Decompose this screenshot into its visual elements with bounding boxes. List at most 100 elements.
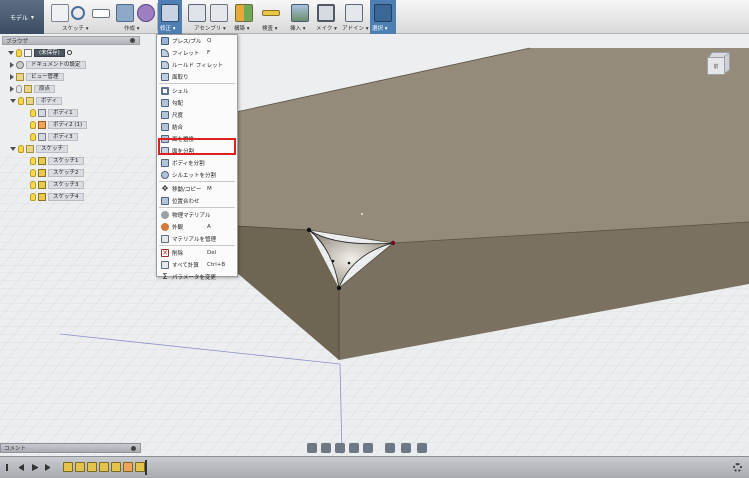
view-cube-front[interactable]: 前 (707, 57, 725, 75)
toolbar-make[interactable]: メイク ▾ (314, 0, 338, 34)
toolbar-addins[interactable]: アドイン ▾ (340, 0, 369, 34)
go-to-start-icon[interactable] (6, 464, 13, 471)
timeline-feature-sketch[interactable] (99, 462, 109, 472)
look-at-icon[interactable] (321, 443, 331, 453)
menu-item-scale[interactable]: 尺度 (157, 109, 237, 120)
grid-settings-icon[interactable] (401, 443, 411, 453)
pin-icon[interactable] (130, 38, 135, 43)
browser-item-body1[interactable]: ボディ1 (30, 107, 78, 118)
menu-item-manage-materials[interactable]: マテリアルを管理 (157, 233, 237, 244)
browser-item-sketch4[interactable]: スケッチ4 (30, 191, 84, 202)
toolbar-create[interactable]: 作成 ▾ (92, 0, 156, 34)
visibility-bulb-icon[interactable] (16, 48, 22, 57)
comment-bar[interactable]: コメント (0, 443, 141, 453)
browser-item-named-views[interactable]: ビュー管理 (10, 71, 64, 82)
view-cube[interactable]: 前 (703, 51, 731, 81)
step-forward-icon[interactable] (45, 464, 50, 471)
visibility-bulb-icon[interactable] (30, 168, 36, 177)
visibility-bulb-icon[interactable] (30, 180, 36, 189)
visibility-bulb-icon[interactable] (30, 192, 36, 201)
menu-item-shell[interactable]: シェル (157, 85, 237, 96)
zoom-icon[interactable] (349, 443, 359, 453)
menu-item-move-copy[interactable]: ✥ 移動/コピー M (157, 183, 237, 194)
menu-item-compute-all[interactable]: すべて計算 Ctrl+B (157, 259, 237, 270)
display-settings-icon[interactable] (385, 443, 395, 453)
chevron-down-icon: ▾ (31, 13, 35, 21)
pan-hand-icon[interactable] (335, 443, 345, 453)
menu-item-delete[interactable]: ✕ 削除 Del (157, 247, 237, 258)
press-pull-icon (161, 4, 179, 22)
fit-icon[interactable] (363, 443, 373, 453)
folder-icon (26, 144, 34, 153)
menu-item-align[interactable]: 位置合わせ (157, 195, 237, 206)
toolbar-assemble[interactable]: アセンブリ ▾ (184, 0, 234, 34)
draft-icon (161, 98, 169, 107)
menu-item-split-body[interactable]: ボディを分割 (157, 157, 237, 168)
timeline-feature-sketch[interactable] (111, 462, 121, 472)
expand-icon[interactable] (10, 85, 14, 92)
toolbar-modify[interactable]: 修正 ▾ (158, 0, 182, 34)
timeline-feature-sketch[interactable] (135, 462, 145, 472)
browser-root[interactable]: (未保存) (8, 47, 72, 58)
expand-icon[interactable] (10, 73, 14, 80)
toolbar-modify-label: 修正 ▾ (160, 26, 176, 32)
browser-item-sketch3[interactable]: スケッチ3 (30, 179, 84, 190)
timeline-marker[interactable] (145, 460, 147, 475)
menu-item-change-parameters[interactable]: Σ パラメータを変更 (157, 271, 237, 282)
press-pull-icon (161, 36, 169, 45)
root-name: (未保存) (34, 48, 65, 57)
collapse-icon[interactable] (10, 146, 16, 151)
viewports-icon[interactable] (417, 443, 427, 453)
gear-icon[interactable] (733, 463, 742, 472)
browser-item-body3[interactable]: ボディ3 (30, 131, 78, 142)
menu-item-draft[interactable]: 勾配 (157, 97, 237, 108)
browser-header[interactable]: ブラウザ (2, 36, 140, 45)
menu-item-combine[interactable]: 結合 (157, 121, 237, 132)
visibility-bulb-icon[interactable] (30, 120, 36, 129)
toolbar-construct[interactable]: 構築 ▾ (232, 0, 256, 34)
toolbar-insert[interactable]: 挿入 ▾ (288, 0, 312, 34)
visibility-bulb-icon[interactable] (16, 84, 22, 93)
browser-item-origin[interactable]: 原点 (10, 83, 56, 94)
toolbar-sketch[interactable]: スケッチ ▾ (48, 0, 96, 34)
menu-item-physical-material[interactable]: 物理マテリアル (157, 209, 237, 220)
expand-icon[interactable] (8, 50, 14, 55)
browser-item-document-settings[interactable]: ドキュメントの設定 (10, 59, 86, 70)
browser-item-sketch2[interactable]: スケッチ2 (30, 167, 84, 178)
visibility-bulb-icon[interactable] (30, 156, 36, 165)
expand-icon[interactable] (10, 61, 14, 68)
visibility-bulb-icon[interactable] (30, 132, 36, 141)
menu-item-silhouette-split[interactable]: シルエットを分割 (157, 169, 237, 180)
browser-item-sketch1[interactable]: スケッチ1 (30, 155, 84, 166)
combine-icon (161, 122, 169, 131)
folder-icon (16, 72, 24, 81)
menu-item-chamfer[interactable]: 面取り (157, 71, 237, 82)
rectangle-icon (92, 9, 110, 18)
play-icon[interactable] (32, 464, 38, 471)
timeline-feature-sketch[interactable] (87, 462, 97, 472)
add-comment-icon[interactable] (131, 445, 136, 451)
visibility-bulb-icon[interactable] (18, 144, 24, 153)
browser-item-sketches[interactable]: スケッチ (10, 143, 69, 154)
visibility-bulb-icon[interactable] (30, 108, 36, 117)
toolbar-assemble-label: アセンブリ ▾ (194, 26, 226, 32)
browser-item-bodies[interactable]: ボディ (10, 95, 63, 106)
menu-item-fillet[interactable]: フィレット F (157, 47, 237, 58)
menu-item-press-pull[interactable]: プレス/プル Q (157, 35, 237, 46)
toolbar-select[interactable]: 選択 ▾ (370, 0, 396, 34)
menu-item-rule-fillet[interactable]: ルールド フィレット (157, 59, 237, 70)
collapse-icon[interactable] (10, 98, 16, 103)
canvas-viewport[interactable]: 前 (0, 34, 749, 456)
menu-item-appearance[interactable]: 外観 A (157, 221, 237, 232)
toolbar-inspect[interactable]: 検査 ▾ (258, 0, 286, 34)
step-back-icon[interactable] (19, 464, 24, 471)
timeline-feature-extrude[interactable] (123, 462, 133, 472)
visibility-bulb-icon[interactable] (18, 96, 24, 105)
highlight-box (158, 138, 236, 155)
timeline-feature-sketch[interactable] (75, 462, 85, 472)
orbit-icon[interactable] (307, 443, 317, 453)
browser-item-body2[interactable]: ボディ2 (1) (30, 119, 88, 130)
workspace-switcher[interactable]: モデル ▾ (0, 0, 44, 34)
rule-fillet-icon (161, 60, 169, 69)
timeline-feature-sketch[interactable] (63, 462, 73, 472)
